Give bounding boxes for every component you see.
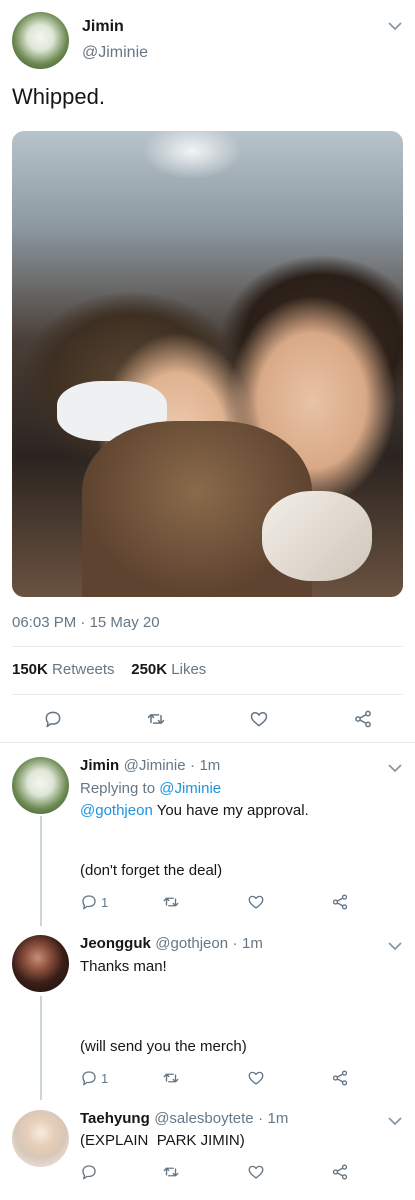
share-button[interactable]	[331, 893, 349, 911]
share-button[interactable]	[331, 1163, 349, 1181]
reply-author-handle[interactable]: @Jiminie	[124, 757, 186, 774]
replying-to: Replying to @Jiminie	[80, 780, 221, 797]
like-button[interactable]	[247, 1163, 265, 1181]
tweet-photo[interactable]	[12, 131, 403, 597]
avatar[interactable]	[12, 1110, 69, 1167]
reply-body-2: (will send you the merch)	[80, 1038, 247, 1055]
reply-body: You have my approval.	[156, 802, 309, 819]
avatar[interactable]	[12, 757, 69, 814]
reply-header: Jeongguk @gothjeon · 1m	[80, 935, 263, 953]
author-avatar[interactable]	[12, 12, 69, 69]
divider	[12, 646, 403, 647]
reply-button[interactable]: 1	[80, 893, 108, 911]
reply-dot: ·	[258, 1110, 264, 1127]
reply-body: (EXPLAIN PARK JIMIN)	[80, 1132, 245, 1149]
reply-button[interactable]: 1	[80, 1069, 108, 1087]
replying-handle-link[interactable]: @Jiminie	[159, 780, 221, 797]
like-button[interactable]	[246, 706, 272, 732]
reply-author-handle[interactable]: @gothjeon	[155, 935, 228, 952]
chevron-down-icon[interactable]	[388, 938, 402, 956]
reply-age[interactable]: 1m	[242, 935, 263, 952]
reply-button[interactable]	[80, 1163, 98, 1181]
chevron-down-icon[interactable]	[388, 18, 402, 34]
likes-count: 250K	[131, 661, 168, 678]
retweet-button[interactable]	[162, 893, 180, 911]
tweet-timestamp[interactable]: 06:03 PM · 15 May 20	[12, 614, 160, 631]
reply-header: Taehyung @salesboytete · 1m	[80, 1110, 288, 1128]
tweet-text: Whipped.	[12, 84, 105, 109]
reply-author-handle[interactable]: @salesboytete	[154, 1110, 253, 1127]
likes-stat[interactable]: 250K Likes	[131, 661, 206, 678]
reply-author-name[interactable]: Jeongguk	[80, 935, 151, 952]
avatar[interactable]	[12, 935, 69, 992]
like-icon	[248, 1165, 264, 1179]
like-icon	[248, 1071, 264, 1085]
retweet-button[interactable]	[162, 1069, 180, 1087]
retweet-icon	[163, 1167, 179, 1177]
retweet-button[interactable]	[162, 1163, 180, 1181]
reply-icon	[82, 1165, 96, 1180]
retweet-icon	[147, 714, 165, 724]
thread-line	[40, 816, 42, 926]
reply-icon	[82, 895, 96, 910]
mention-link[interactable]: @gothjeon	[80, 802, 153, 819]
share-icon	[332, 1070, 348, 1086]
like-button[interactable]	[247, 1069, 265, 1087]
reply-text: @gothjeon You have my approval.	[80, 802, 309, 819]
tweet-date: 15 May 20	[89, 614, 160, 631]
author-handle[interactable]: @Jiminie	[82, 44, 148, 62]
chevron-down-icon[interactable]	[388, 1113, 402, 1131]
thread-line	[40, 996, 42, 1100]
reply-author-name[interactable]: Jimin	[80, 757, 119, 774]
retweet-icon	[163, 1073, 179, 1083]
chevron-down-icon[interactable]	[388, 760, 402, 778]
reply-button[interactable]	[40, 706, 66, 732]
author-name[interactable]: Jimin	[82, 18, 124, 36]
reply-count: 1	[101, 894, 109, 910]
like-button[interactable]	[247, 893, 265, 911]
reply-header: Jimin @Jiminie · 1m	[80, 757, 220, 775]
replying-label: Replying to	[80, 780, 156, 797]
reply-dot: ·	[232, 935, 238, 952]
reply-body: Thanks man!	[80, 958, 167, 975]
reply-dot: ·	[190, 757, 195, 774]
divider	[0, 742, 415, 743]
tweet-stats: 150K Retweets 250K Likes	[12, 661, 206, 678]
share-icon	[355, 710, 371, 728]
like-icon	[250, 712, 268, 727]
retweet-icon	[163, 897, 179, 907]
reply-age[interactable]: 1m	[199, 757, 220, 774]
reply-author-name[interactable]: Taehyung	[80, 1110, 150, 1127]
share-icon	[332, 894, 348, 910]
reply-icon	[82, 1071, 96, 1086]
retweets-count: 150K	[12, 661, 48, 678]
retweets-stat[interactable]: 150K Retweets	[12, 661, 115, 678]
reply-body-2: (don't forget the deal)	[80, 862, 223, 879]
share-icon	[332, 1164, 348, 1180]
photo-detail	[262, 491, 372, 581]
retweet-button[interactable]	[143, 706, 169, 732]
tweet-time: 06:03 PM	[12, 614, 77, 631]
retweets-label: Retweets	[52, 661, 115, 678]
like-icon	[248, 895, 264, 909]
reply-icon	[45, 711, 61, 728]
share-button[interactable]	[350, 706, 376, 732]
divider	[12, 694, 403, 695]
meta-separator: ·	[80, 614, 86, 631]
reply-age[interactable]: 1m	[268, 1110, 289, 1127]
share-button[interactable]	[331, 1069, 349, 1087]
likes-label: Likes	[171, 661, 207, 678]
reply-count: 1	[101, 1070, 109, 1086]
